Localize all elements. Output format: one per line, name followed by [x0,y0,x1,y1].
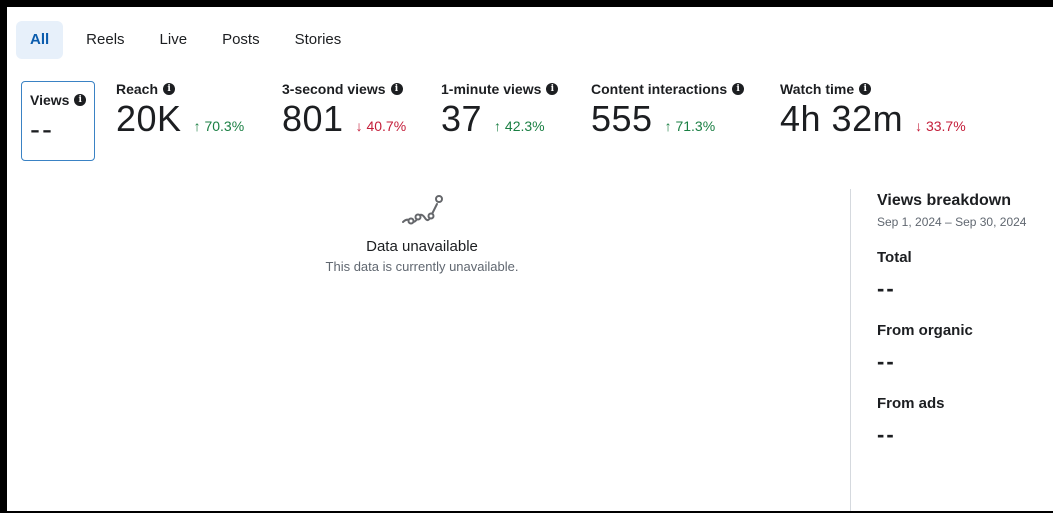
breakdown-from-ads: From ads -- [877,395,1053,448]
metric-label: Content interactions [591,81,728,97]
empty-state-title: Data unavailable [366,238,478,255]
metric-value: 20K [116,98,182,139]
metric-delta: ↓ 40.7% [355,118,407,134]
empty-state-subtitle: This data is currently unavailable. [325,259,519,274]
info-icon[interactable]: i [390,83,403,95]
metric-value: 555 [591,98,653,139]
metric-label: Views [30,92,70,108]
tab-posts[interactable]: Posts [210,21,272,59]
tab-all[interactable]: All [16,21,64,59]
metric-label: 3-second views [282,81,386,97]
views-breakdown: Views breakdown Sep 1, 2024 – Sep 30, 20… [877,192,1053,448]
metric-delta: ↑ 42.3% [494,118,545,134]
breakdown-date-range: Sep 1, 2024 – Sep 30, 2024 [877,215,1027,229]
metric-delta: ↑ 70.3% [193,118,245,134]
breakdown-label: From ads [877,395,945,412]
breakdown-from-organic: From organic -- [877,322,1053,375]
metric-3-second-views[interactable]: 3-second views i 801 ↓ 40.7% [282,81,406,141]
breakdown-value: -- [877,422,896,447]
metric-delta: ↓ 33.7% [915,118,966,134]
info-icon[interactable]: i [163,83,176,95]
breakdown-total: Total -- [877,249,1053,302]
tab-stories[interactable]: Stories [283,21,354,59]
breakdown-value: -- [877,276,896,301]
info-icon[interactable]: i [546,83,559,95]
metric-watch-time[interactable]: Watch time i 4h 32m ↓ 33.7% [780,81,966,141]
metric-value: 37 [441,98,483,139]
metric-value: 4h 32m [780,98,904,139]
metric-views[interactable]: Views i -- [21,81,95,161]
info-icon[interactable]: i [859,83,872,95]
insights-panel: All Reels Live Posts Stories Views i -- … [7,7,1053,511]
breakdown-value: -- [877,349,896,374]
breakdown-title: Views breakdown [877,192,1011,209]
metric-content-interactions[interactable]: Content interactions i 555 ↑ 71.3% [591,81,745,141]
tab-reels[interactable]: Reels [74,21,136,59]
empty-state: Data unavailable This data is currently … [257,192,587,274]
metric-label: Reach [116,81,159,97]
line-chart-icon [402,195,443,225]
divider [850,189,851,511]
metric-label: Watch time [780,81,855,97]
content-type-tabs: All Reels Live Posts Stories [16,21,364,59]
metric-label: 1-minute views [441,81,542,97]
metric-reach[interactable]: Reach i 20K ↑ 70.3% [116,81,244,141]
info-icon[interactable]: i [732,83,745,95]
metric-delta: ↑ 71.3% [664,118,716,134]
metric-value: -- [30,113,54,146]
info-icon[interactable]: i [74,94,86,106]
breakdown-label: Total [877,249,912,266]
breakdown-label: From organic [877,322,973,339]
metric-1-minute-views[interactable]: 1-minute views i 37 ↑ 42.3% [441,81,559,141]
metric-value: 801 [282,98,344,139]
tab-live[interactable]: Live [148,21,200,59]
